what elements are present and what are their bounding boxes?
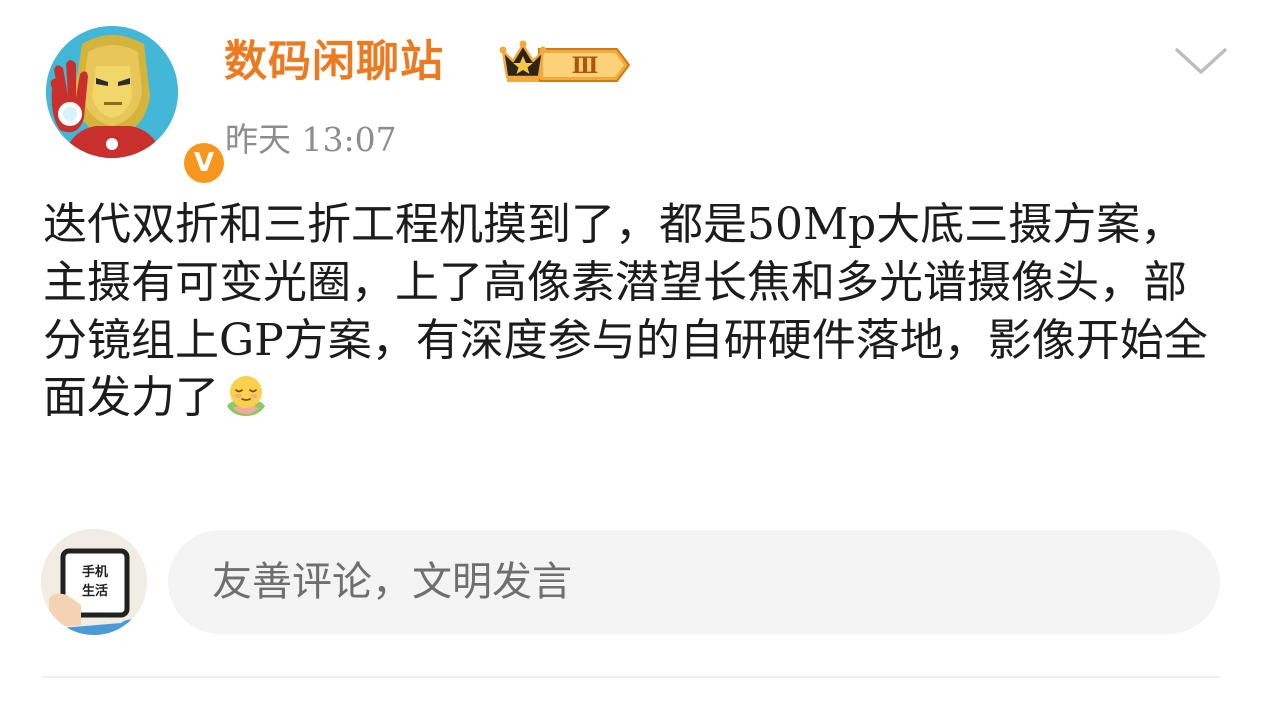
iron-man-avatar-icon xyxy=(46,26,178,158)
author-avatar[interactable]: V xyxy=(46,26,228,187)
member-level-badge[interactable]: Ⅲ xyxy=(499,39,633,91)
chevron-down-icon[interactable] xyxy=(1174,42,1228,78)
comment-input[interactable]: 友善评论，文明发言 xyxy=(168,530,1220,634)
avatar-text-line1: 手机 xyxy=(82,564,108,580)
comment-placeholder: 友善评论，文明发言 xyxy=(212,559,572,605)
post-body: 迭代双折和三折工程机摸到了，都是50Mp大底三摄方案，主摄有可变光圈，上了高像素… xyxy=(43,196,1223,427)
divider xyxy=(43,676,1220,678)
post-timestamp: 昨天 13:07 xyxy=(225,120,397,159)
zen-face-emoji-icon xyxy=(223,372,269,418)
avatar-text-line2: 生活 xyxy=(82,583,108,599)
author-name[interactable]: 数码闲聊站 xyxy=(224,34,444,90)
crown-icon xyxy=(499,40,547,82)
verified-mark: V xyxy=(184,143,224,183)
verified-badge: V xyxy=(180,139,228,187)
current-user-avatar[interactable]: 手机 生活 xyxy=(41,529,147,635)
post-text: 迭代双折和三折工程机摸到了，都是50Mp大底三摄方案，主摄有可变光圈，上了高像素… xyxy=(43,199,1208,424)
level-badge-text: Ⅲ xyxy=(572,53,599,79)
